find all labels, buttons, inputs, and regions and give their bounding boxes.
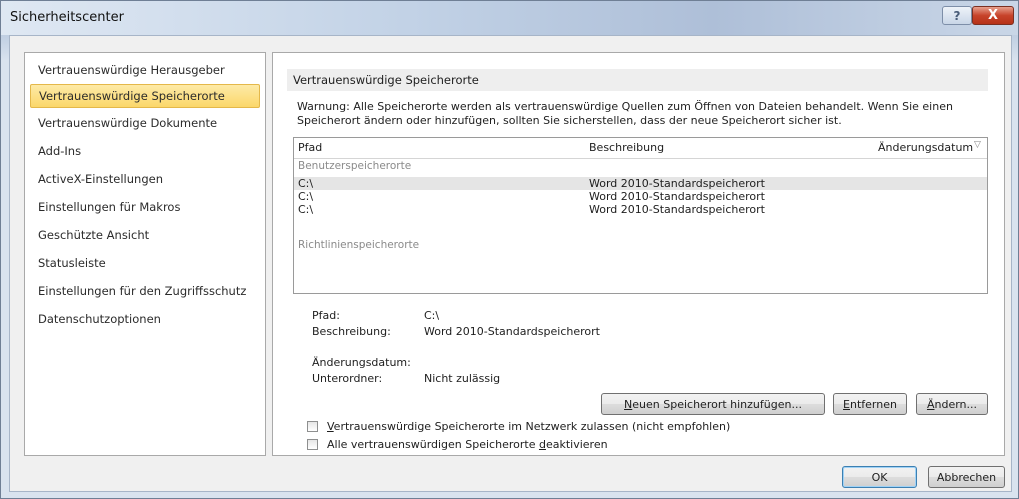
- remove-accel: E: [843, 397, 850, 411]
- detail-date-label: Änderungsdatum:: [312, 356, 411, 369]
- add-location-accel: N: [624, 397, 633, 411]
- help-icon[interactable]: ?: [942, 6, 972, 25]
- detail-subfolder-label: Unterordner:: [312, 372, 383, 385]
- change-button[interactable]: Ändern...: [916, 393, 988, 415]
- nav-item-add-ins[interactable]: Add-Ins: [30, 139, 260, 163]
- row-description: Word 2010-Standardspeicherort: [589, 177, 765, 190]
- ok-button[interactable]: OK: [842, 466, 917, 488]
- nav-item-protected-view[interactable]: Geschützte Ansicht: [30, 223, 260, 247]
- network-locations-label: Vertrauenswürdige Speicherorte im Netzwe…: [327, 419, 731, 433]
- table-row[interactable]: C:\ Word 2010-Standardspeicherort: [294, 177, 987, 190]
- change-accel: Ä: [926, 397, 935, 411]
- detail-path-label: Pfad:: [312, 309, 340, 322]
- row-path: C:\: [298, 177, 314, 190]
- table-row[interactable]: C:\ Word 2010-Standardspeicherort: [294, 190, 987, 203]
- cancel-button[interactable]: Abbrechen: [928, 466, 1005, 488]
- title-bar[interactable]: Sicherheitscenter ? X: [1, 1, 1018, 35]
- settings-panel: Vertrauenswürdige Speicherorte Warnung: …: [272, 52, 1005, 456]
- nav-item-macros[interactable]: Einstellungen für Makros: [30, 195, 260, 219]
- category-nav: Vertrauenswürdige Herausgeber Vertrauens…: [24, 52, 266, 456]
- network-locations-option[interactable]: Vertrauenswürdige Speicherorte im Netzwe…: [307, 419, 730, 433]
- disable-all-checkbox[interactable]: [307, 438, 318, 450]
- disable-all-option[interactable]: Alle vertrauenswürdigen Speicherorte dea…: [307, 437, 608, 451]
- close-icon[interactable]: X: [972, 6, 1014, 25]
- add-location-button[interactable]: Neuen Speicherort hinzufügen...: [601, 393, 825, 415]
- warning-text: Warnung: Alle Speicherorte werden als ve…: [297, 100, 987, 128]
- row-description: Word 2010-Standardspeicherort: [589, 203, 765, 216]
- nav-item-activex[interactable]: ActiveX-Einstellungen: [30, 167, 260, 191]
- remove-label: ntfernen: [849, 397, 897, 411]
- nav-item-trusted-publishers[interactable]: Vertrauenswürdige Herausgeber: [30, 58, 260, 82]
- row-path: C:\: [298, 190, 314, 203]
- detail-description-value: Word 2010-Standardspeicherort: [424, 325, 600, 338]
- add-location-label: euen Speicherort hinzufügen...: [632, 397, 802, 411]
- remove-button[interactable]: Entfernen: [833, 393, 907, 415]
- section-title: Vertrauenswürdige Speicherorte: [287, 69, 988, 91]
- nav-item-status-bar[interactable]: Statusleiste: [30, 251, 260, 275]
- group-user-locations: Benutzerspeicherorte: [298, 160, 412, 172]
- row-path: C:\: [298, 203, 314, 216]
- list-header: Pfad Beschreibung Änderungsdatum ▽: [294, 138, 987, 159]
- disable-all-label: Alle vertrauenswürdigen Speicherorte dea…: [327, 437, 608, 451]
- column-header-path[interactable]: Pfad: [298, 141, 322, 154]
- column-header-date[interactable]: Änderungsdatum: [878, 141, 973, 154]
- nav-item-privacy[interactable]: Datenschutzoptionen: [30, 307, 260, 331]
- locations-list[interactable]: Pfad Beschreibung Änderungsdatum ▽ Benut…: [293, 137, 988, 294]
- nav-item-trusted-documents[interactable]: Vertrauenswürdige Dokumente: [30, 111, 260, 135]
- detail-path-value: C:\: [424, 309, 440, 322]
- dialog-client-area: Vertrauenswürdige Herausgeber Vertrauens…: [9, 35, 1012, 492]
- nav-item-trusted-locations[interactable]: Vertrauenswürdige Speicherorte: [30, 84, 260, 108]
- window-title: Sicherheitscenter: [10, 10, 124, 25]
- column-header-description[interactable]: Beschreibung: [589, 141, 664, 154]
- network-locations-checkbox[interactable]: [307, 420, 318, 432]
- detail-description-label: Beschreibung:: [312, 325, 391, 338]
- nav-item-access-protection[interactable]: Einstellungen für den Zugriffsschutz: [30, 279, 260, 303]
- group-policy-locations: Richtlinienspeicherorte: [298, 239, 420, 251]
- warning-line-1: Warnung: Alle Speicherorte werden als ve…: [297, 100, 953, 113]
- row-description: Word 2010-Standardspeicherort: [589, 190, 765, 203]
- warning-line-2: Speicherort ändern oder hinzufügen, soll…: [297, 114, 842, 127]
- sort-arrow-icon: ▽: [974, 140, 981, 150]
- change-label: ndern...: [934, 397, 978, 411]
- table-row[interactable]: C:\ Word 2010-Standardspeicherort: [294, 203, 987, 216]
- dialog-window: Sicherheitscenter ? X Vertrauenswürdige …: [0, 0, 1019, 499]
- detail-subfolder-value: Nicht zulässig: [424, 372, 501, 385]
